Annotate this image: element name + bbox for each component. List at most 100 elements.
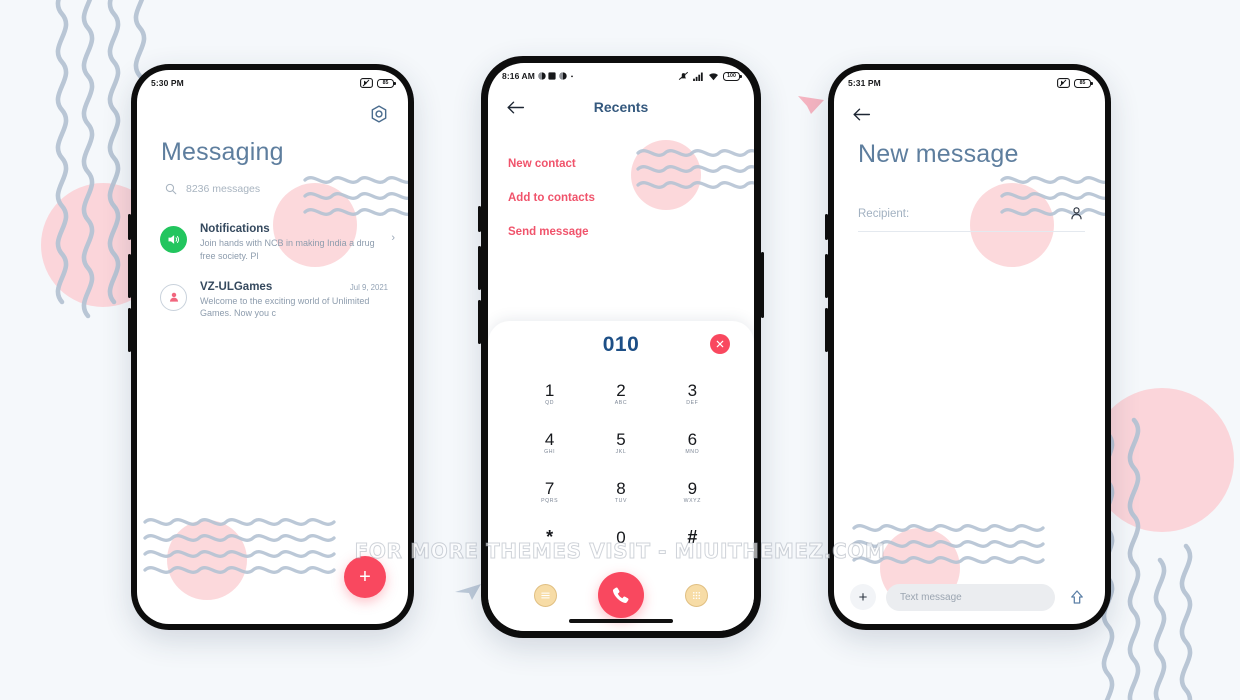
key-letters: WXYZ — [683, 497, 702, 504]
avatar — [160, 226, 187, 253]
key-letters: QD — [545, 399, 555, 406]
paper-plane-icon — [455, 584, 481, 600]
dial-key-hash[interactable]: # — [657, 516, 728, 565]
message-placeholder: Text message — [900, 591, 962, 603]
action-send-message[interactable]: Send message — [508, 215, 754, 249]
device-power-button[interactable] — [761, 252, 764, 318]
phone-icon — [613, 587, 629, 603]
action-new-contact[interactable]: New contact — [508, 147, 754, 181]
call-log-button[interactable] — [534, 583, 558, 607]
device-volume-down-button[interactable] — [478, 300, 481, 344]
keypad-icon — [692, 591, 700, 599]
search-icon — [165, 183, 177, 195]
dial-key-7[interactable]: 7 PQRS — [514, 467, 585, 516]
status-bar: 5:30 PM 85 — [137, 70, 408, 96]
key-digit: 2 — [616, 380, 626, 400]
key-digit: 4 — [544, 429, 555, 449]
dial-display: 010 — [488, 321, 754, 369]
device-volume-up-button[interactable] — [478, 246, 481, 290]
dial-key-star[interactable]: * — [514, 516, 585, 565]
message-snippet: Welcome to the exciting world of Unlimit… — [200, 295, 370, 319]
device-button[interactable] — [825, 214, 828, 240]
message-sender: Notifications — [200, 223, 270, 235]
device-button[interactable] — [478, 206, 481, 232]
key-letters: MNO — [685, 448, 700, 455]
dot-icon — [571, 75, 574, 78]
key-digit: 7 — [544, 478, 555, 498]
send-button[interactable] — [1065, 585, 1089, 609]
signal-icon — [693, 72, 703, 81]
key-letters: TUV — [614, 497, 628, 504]
attach-button[interactable]: + — [850, 584, 876, 610]
keypad-toggle-button[interactable] — [684, 583, 708, 607]
message-list: Notifications Join hands with NCB in mak… — [137, 214, 408, 329]
dialpad-keys: 1 QD 2 ABC 3 DEF 4 GHI 5 JKL 6 MNO 7 PQR… — [488, 369, 754, 565]
dial-key-9[interactable]: 9 WXYZ — [657, 467, 728, 516]
key-letters: GHI — [544, 448, 556, 455]
avatar — [160, 283, 187, 311]
top-app-bar — [834, 96, 1105, 126]
device-button[interactable] — [128, 214, 131, 240]
message-input[interactable]: Text message — [886, 583, 1055, 611]
call-button[interactable] — [597, 572, 644, 618]
key-digit: 0 — [616, 527, 626, 547]
screen-new-message: 5:31 PM 85 New message Recipient: + Text… — [834, 70, 1105, 624]
status-time: 5:30 PM — [151, 78, 184, 88]
device-volume-down-button[interactable] — [825, 308, 828, 352]
action-add-to-contacts[interactable]: Add to contacts — [508, 181, 754, 215]
message-date: Jul 9, 2021 — [349, 282, 388, 292]
list-icon — [541, 592, 551, 598]
speaker-icon — [168, 235, 180, 244]
square-icon — [548, 72, 557, 80]
person-add-icon[interactable] — [1068, 205, 1085, 222]
key-digit: 9 — [687, 478, 698, 498]
search-bar[interactable]: 8236 messages — [137, 167, 408, 195]
key-digit: 8 — [616, 478, 626, 498]
key-letters: DEF — [686, 399, 699, 406]
screen-recents: 8:16 AM 100 Recents New contact Add to c… — [488, 63, 754, 631]
screen-messaging: 5:30 PM 85 Messaging 8236 messages Notif… — [137, 70, 408, 624]
paper-plane-icon — [798, 96, 824, 114]
wifi-icon — [709, 72, 718, 80]
message-body: VZ-ULGames Jul 9, 2021 Welcome to the ex… — [200, 281, 388, 321]
dial-key-6[interactable]: 6 MNO — [657, 418, 728, 467]
dialed-number: 010 — [602, 333, 640, 356]
gear-icon — [371, 105, 387, 123]
settings-button[interactable] — [368, 104, 390, 126]
mute-icon — [360, 78, 373, 88]
list-item[interactable]: VZ-ULGames Jul 9, 2021 Welcome to the ex… — [137, 272, 408, 330]
dial-key-3[interactable]: 3 DEF — [657, 369, 728, 418]
new-message-fab-button[interactable]: + — [344, 556, 386, 598]
clear-button[interactable] — [710, 334, 730, 354]
device-volume-up-button[interactable] — [128, 254, 131, 298]
new-message-content: New message Recipient: + Text message — [834, 96, 1105, 624]
back-button[interactable] — [504, 95, 528, 119]
dial-key-2[interactable]: 2 ABC — [585, 369, 656, 418]
device-volume-down-button[interactable] — [128, 308, 131, 352]
back-button[interactable] — [850, 102, 874, 126]
recipient-label: Recipient: — [858, 207, 910, 220]
chevron-right-icon: › — [391, 232, 395, 244]
phone-device-dialer: 8:16 AM 100 Recents New contact Add to c… — [478, 56, 764, 638]
message-body: Notifications Join hands with NCB in mak… — [200, 223, 388, 263]
home-indicator — [569, 619, 673, 623]
dial-key-5[interactable]: 5 JKL — [585, 418, 656, 467]
status-time: 5:31 PM — [848, 78, 881, 88]
app-badge-icon — [538, 72, 546, 80]
key-digit: 5 — [616, 429, 626, 449]
dialpad-panel: 010 1 QD 2 ABC 3 DEF 4 GHI 5 JKL 6 MNO 7… — [488, 321, 754, 631]
key-digit: * — [546, 527, 554, 547]
person-icon — [169, 292, 178, 302]
key-digit: 1 — [544, 380, 555, 400]
battery-indicator: 85 — [377, 78, 396, 88]
key-digit: 6 — [687, 429, 698, 449]
dial-key-1[interactable]: 1 QD — [514, 369, 585, 418]
recipient-field[interactable]: Recipient: — [858, 205, 1085, 232]
dial-key-8[interactable]: 8 TUV — [585, 467, 656, 516]
messaging-content: Messaging 8236 messages Notifications Jo… — [137, 96, 408, 624]
dial-key-4[interactable]: 4 GHI — [514, 418, 585, 467]
dial-key-0[interactable]: 0 — [585, 516, 656, 565]
action-menu: New contact Add to contacts Send message — [488, 119, 754, 249]
device-volume-up-button[interactable] — [825, 254, 828, 298]
list-item[interactable]: Notifications Join hands with NCB in mak… — [137, 214, 408, 272]
